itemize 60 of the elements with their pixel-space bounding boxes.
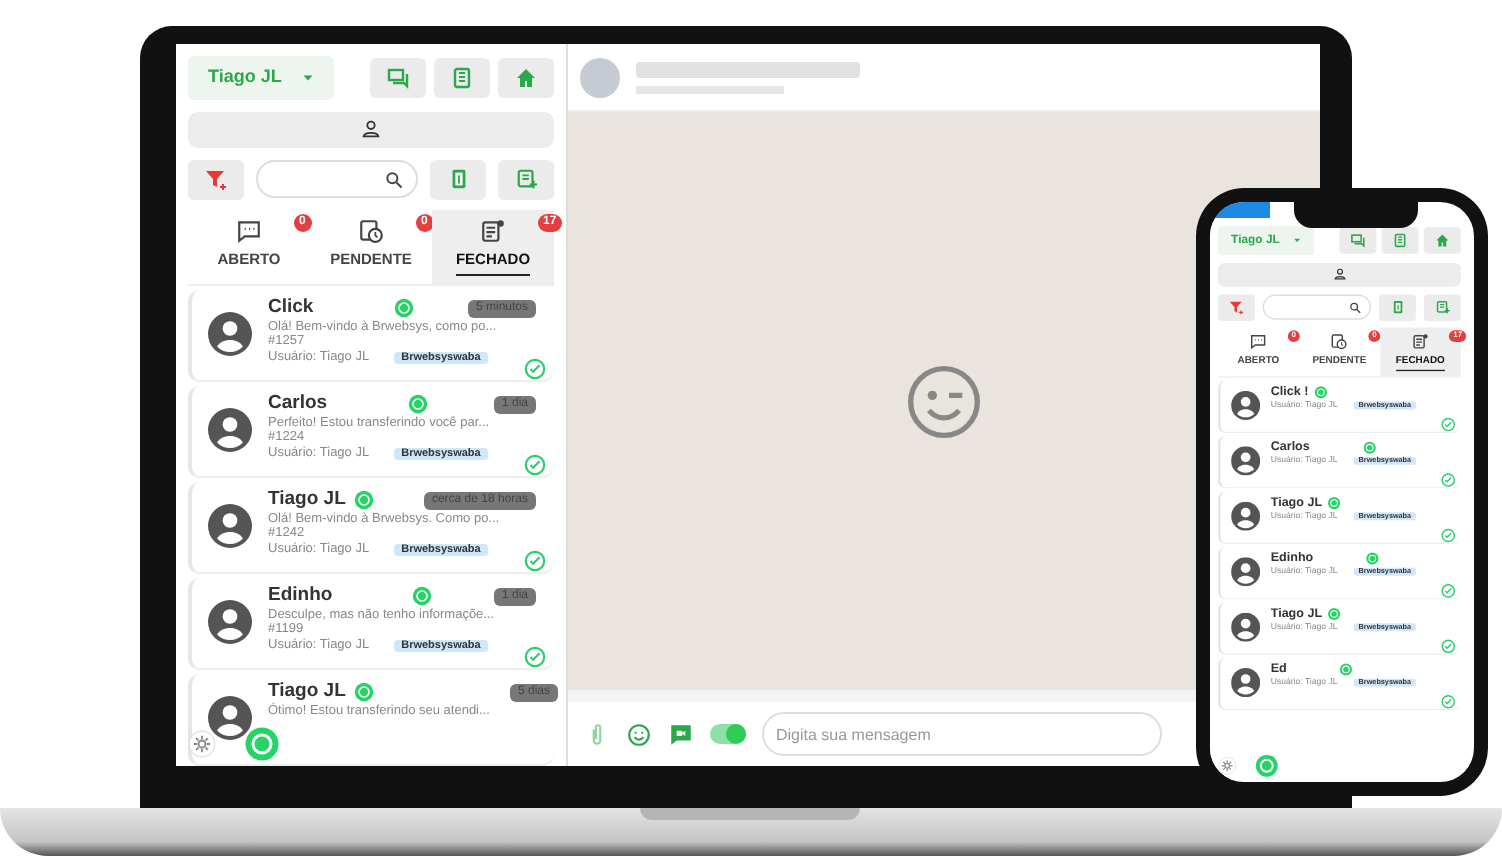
- note-plus-icon: [1435, 299, 1450, 315]
- phone-contact-icon: [447, 168, 469, 190]
- clipboard-icon: [1392, 232, 1408, 249]
- clock-document-icon: [358, 217, 384, 243]
- home-button[interactable]: [498, 57, 554, 98]
- toggle-switch[interactable]: [710, 724, 746, 744]
- avatar-icon: [1231, 391, 1261, 421]
- emoji-icon[interactable]: [626, 721, 652, 747]
- search-icon: [384, 169, 404, 189]
- search-field[interactable]: [1262, 294, 1372, 320]
- new-note-button[interactable]: [498, 159, 554, 199]
- message-input[interactable]: Digita sua mensagem: [762, 712, 1162, 756]
- avatar-icon: [1231, 502, 1261, 532]
- list-icon: [1411, 332, 1429, 350]
- contact-name: Tiago JL: [268, 681, 346, 702]
- filter-icon: [204, 167, 228, 191]
- chat-bubbles-button[interactable]: [1339, 226, 1377, 254]
- caret-icon: [301, 71, 314, 84]
- filter-icon: [1228, 299, 1245, 315]
- chat-bubble-icon: [1249, 332, 1267, 350]
- avatar-icon: [1231, 668, 1261, 698]
- video-message-icon[interactable]: [668, 721, 694, 747]
- wink-face-icon: [904, 361, 984, 441]
- home-icon: [514, 65, 538, 90]
- avatar-icon: [1231, 446, 1261, 476]
- contact-name: Edinho: [268, 585, 333, 608]
- chat-bubbles-icon: [386, 65, 410, 90]
- search-field[interactable]: [256, 160, 418, 198]
- search-icon: [1348, 300, 1362, 314]
- avatar-icon: [208, 696, 252, 741]
- contact-name: Click: [268, 297, 314, 320]
- list-icon: [480, 217, 506, 243]
- contact-name: Carlos: [268, 393, 328, 416]
- caret-icon: [1292, 236, 1301, 245]
- contact-button[interactable]: [430, 159, 486, 199]
- contact-name: Tiago JL: [268, 489, 346, 512]
- chat-bubble-icon: [236, 217, 262, 243]
- filter-button[interactable]: [1217, 293, 1255, 321]
- settings-icon[interactable]: [1217, 756, 1237, 776]
- new-note-button[interactable]: [1423, 293, 1461, 321]
- avatar-icon: [208, 312, 252, 357]
- avatar-icon: [208, 600, 252, 645]
- clipboard-icon: [450, 65, 474, 90]
- clock-document-icon: [1330, 332, 1348, 350]
- note-plus-icon: [515, 168, 537, 190]
- avatar-icon: [208, 504, 252, 549]
- avatar-placeholder: [580, 57, 620, 97]
- camera-notch: [1294, 202, 1418, 228]
- phone-contact-icon: [1390, 299, 1405, 315]
- person-icon: [360, 118, 382, 140]
- contact-button[interactable]: [1378, 293, 1416, 321]
- avatar-icon: [208, 408, 252, 453]
- avatar-icon: [1231, 557, 1261, 587]
- clipboard-button[interactable]: [434, 57, 490, 98]
- avatar-icon: [1231, 613, 1261, 643]
- chat-bubbles-icon: [1349, 232, 1366, 249]
- home-icon: [1434, 232, 1451, 249]
- clipboard-button[interactable]: [1381, 226, 1419, 254]
- filter-button[interactable]: [188, 159, 244, 199]
- status-bar: [1210, 202, 1270, 218]
